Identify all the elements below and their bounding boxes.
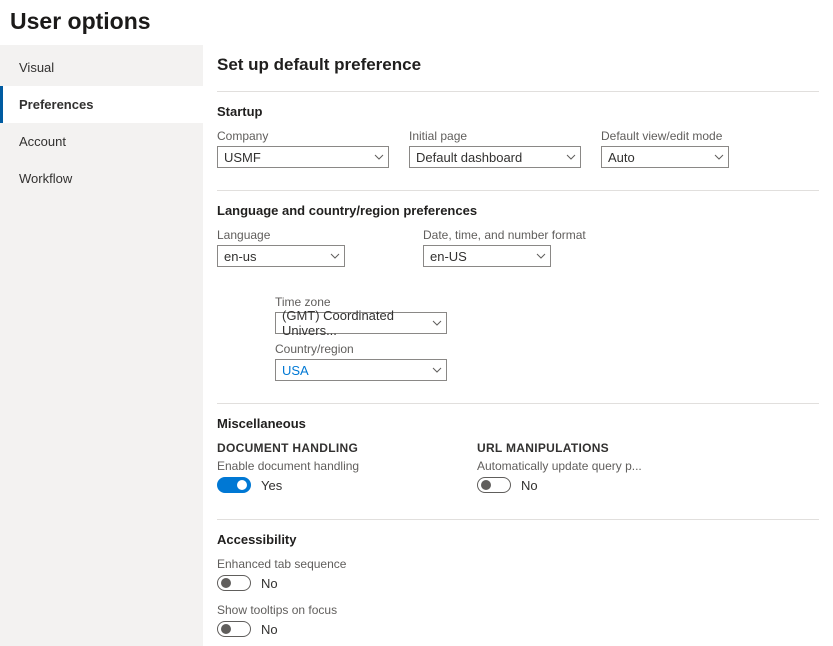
doc-enable-label: Enable document handling [217, 459, 417, 473]
url-auto-label: Automatically update query p... [477, 459, 677, 473]
company-select[interactable]: USMF [217, 146, 389, 168]
chevron-down-icon [432, 318, 442, 328]
sidebar: Visual Preferences Account Workflow [0, 45, 203, 646]
enhanced-tab-toggle[interactable] [217, 575, 251, 591]
tooltip-focus-toggle[interactable] [217, 621, 251, 637]
section-startup: Startup Company USMF Initial page Defaul… [217, 91, 819, 190]
enhanced-tab-label: Enhanced tab sequence [217, 557, 819, 571]
toggle-knob [237, 480, 247, 490]
sidebar-item-account[interactable]: Account [0, 123, 203, 160]
url-auto-value: No [521, 478, 538, 493]
doc-handling-heading: DOCUMENT HANDLING [217, 441, 417, 455]
section-header-misc: Miscellaneous [217, 416, 819, 431]
chevron-down-icon [432, 365, 442, 375]
doc-enable-toggle[interactable] [217, 477, 251, 493]
section-locale: Language and country/region preferences … [217, 190, 819, 403]
default-mode-value: Auto [608, 150, 635, 165]
country-value: USA [282, 363, 309, 378]
doc-enable-value: Yes [261, 478, 282, 493]
timezone-label: Time zone [275, 295, 447, 309]
toggle-knob [221, 624, 231, 634]
company-label: Company [217, 129, 389, 143]
chevron-down-icon [566, 152, 576, 162]
chevron-down-icon [374, 152, 384, 162]
section-accessibility: Accessibility Enhanced tab sequence No S… [217, 519, 819, 646]
timezone-value: (GMT) Coordinated Univers... [282, 308, 426, 338]
section-header-startup: Startup [217, 104, 819, 119]
tooltip-focus-label: Show tooltips on focus [217, 603, 819, 617]
url-auto-toggle[interactable] [477, 477, 511, 493]
initial-page-label: Initial page [409, 129, 581, 143]
language-select[interactable]: en-us [217, 245, 345, 267]
layout: Visual Preferences Account Workflow Set … [0, 45, 833, 646]
chevron-down-icon [330, 251, 340, 261]
sidebar-item-preferences[interactable]: Preferences [0, 86, 203, 123]
toggle-knob [221, 578, 231, 588]
default-mode-label: Default view/edit mode [601, 129, 729, 143]
format-select[interactable]: en-US [423, 245, 551, 267]
url-manip-heading: URL MANIPULATIONS [477, 441, 677, 455]
section-header-accessibility: Accessibility [217, 532, 819, 547]
timezone-select[interactable]: (GMT) Coordinated Univers... [275, 312, 447, 334]
main-title: Set up default preference [217, 55, 819, 75]
default-mode-select[interactable]: Auto [601, 146, 729, 168]
company-value: USMF [224, 150, 261, 165]
chevron-down-icon [536, 251, 546, 261]
toggle-knob [481, 480, 491, 490]
country-label: Country/region [275, 342, 447, 356]
country-select[interactable]: USA [275, 359, 447, 381]
enhanced-tab-value: No [261, 576, 278, 591]
language-label: Language [217, 228, 345, 242]
page-title: User options [0, 0, 833, 45]
section-header-locale: Language and country/region preferences [217, 203, 819, 218]
initial-page-select[interactable]: Default dashboard [409, 146, 581, 168]
tooltip-focus-value: No [261, 622, 278, 637]
sidebar-item-workflow[interactable]: Workflow [0, 160, 203, 197]
format-value: en-US [430, 249, 467, 264]
main-panel: Set up default preference Startup Compan… [203, 45, 833, 646]
initial-page-value: Default dashboard [416, 150, 522, 165]
section-misc: Miscellaneous DOCUMENT HANDLING Enable d… [217, 403, 819, 519]
format-label: Date, time, and number format [423, 228, 586, 242]
language-value: en-us [224, 249, 257, 264]
chevron-down-icon [714, 152, 724, 162]
sidebar-item-visual[interactable]: Visual [0, 49, 203, 86]
